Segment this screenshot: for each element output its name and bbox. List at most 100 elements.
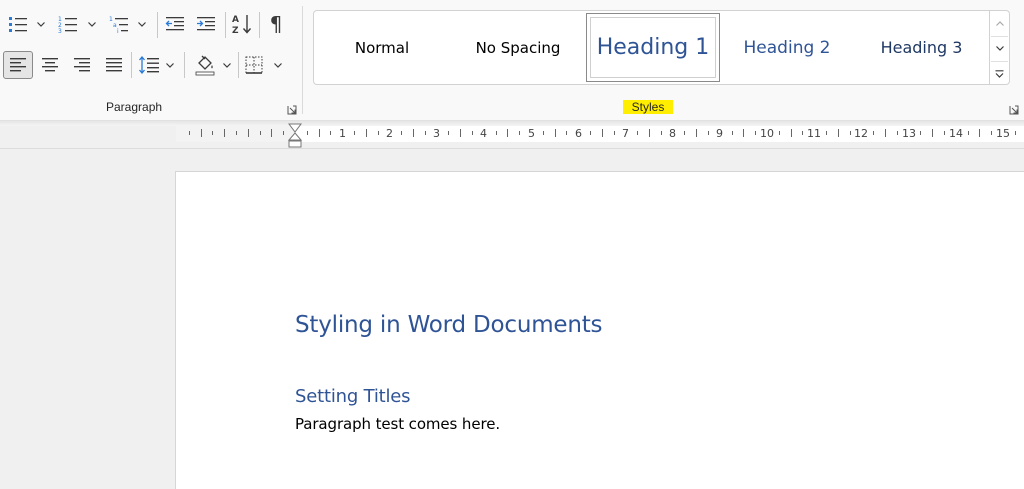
- chevron-down-icon: [88, 21, 96, 27]
- pilcrow-icon: ¶: [269, 12, 283, 36]
- borders-button[interactable]: [242, 52, 266, 78]
- style-heading-2-label: Heading 2: [743, 37, 831, 58]
- styles-more[interactable]: [991, 61, 1008, 85]
- ruler-tick: [696, 129, 697, 137]
- styles-scroll-down[interactable]: [991, 36, 1008, 60]
- style-normal[interactable]: Normal: [314, 13, 450, 82]
- style-heading-3-label: Heading 3: [880, 38, 963, 57]
- ruler-number: 6: [575, 127, 582, 140]
- separator: [238, 52, 239, 78]
- paint-bucket-icon: [195, 55, 215, 76]
- align-center-icon: [42, 58, 58, 72]
- line-spacing-dropdown[interactable]: [165, 52, 175, 78]
- ruler-tick: [401, 131, 402, 135]
- ruler-tick: [968, 131, 969, 135]
- ruler-tick: [271, 129, 272, 137]
- style-heading-1[interactable]: Heading 1: [586, 13, 720, 82]
- shading-dropdown[interactable]: [222, 52, 232, 78]
- multilevel-list-button[interactable]: 1 a i: [107, 11, 131, 37]
- numbering-button[interactable]: 1 2 3: [56, 11, 80, 37]
- line-spacing-button[interactable]: [136, 52, 162, 78]
- svg-text:3: 3: [58, 28, 62, 33]
- center-button[interactable]: [38, 52, 62, 78]
- ruler-tick: [283, 131, 284, 135]
- ruler-number: 5: [528, 127, 535, 140]
- justify-button[interactable]: [102, 52, 126, 78]
- ruler-tick: [732, 131, 733, 135]
- ruler-tick: [897, 131, 898, 135]
- ruler-tick: [555, 129, 556, 137]
- ruler-number: 12: [854, 127, 868, 140]
- chevron-down-icon: [37, 21, 45, 27]
- ruler-tick: [661, 131, 662, 135]
- document-heading-2[interactable]: Setting Titles: [295, 386, 411, 407]
- ruler-number: 14: [949, 127, 963, 140]
- document-title[interactable]: Styling in Word Documents: [295, 312, 603, 338]
- ruler-tick: [319, 129, 320, 137]
- ruler-tick: [413, 129, 414, 137]
- ruler-number: 11: [807, 127, 821, 140]
- ribbon: 1 2 3 1 a i A Z ¶ Paragraph Normal No Sp…: [0, 0, 1024, 121]
- numbering-dropdown[interactable]: [87, 11, 97, 37]
- show-hide-marks-button[interactable]: ¶: [264, 11, 288, 37]
- separator: [225, 12, 226, 38]
- bullets-button[interactable]: [6, 11, 30, 37]
- style-heading-3[interactable]: Heading 3: [854, 13, 989, 82]
- ruler-tick: [708, 131, 709, 135]
- styles-dialog-launcher[interactable]: [1009, 102, 1019, 115]
- decrease-indent-icon: [165, 17, 184, 31]
- indent-marker-icon[interactable]: [288, 123, 302, 149]
- ruler-tick: [425, 131, 426, 135]
- separator: [131, 52, 132, 78]
- ruler-tick: [590, 131, 591, 135]
- increase-indent-button[interactable]: [194, 11, 218, 37]
- paragraph-dialog-launcher[interactable]: [287, 102, 297, 115]
- ruler-tick: [260, 131, 261, 135]
- style-heading-2[interactable]: Heading 2: [720, 13, 854, 82]
- sort-button[interactable]: A Z: [229, 11, 255, 37]
- ruler-number: 15: [996, 127, 1010, 140]
- shading-button[interactable]: [192, 52, 218, 78]
- styles-scroll-up[interactable]: [991, 11, 1008, 35]
- ruler-tick: [838, 129, 839, 137]
- ruler-tick: [979, 129, 980, 137]
- chevron-down-icon: [995, 46, 1004, 51]
- ruler-number: 4: [480, 127, 487, 140]
- separator: [259, 12, 260, 38]
- ruler-tick: [248, 129, 249, 137]
- ruler-number: 8: [669, 127, 676, 140]
- bullets-dropdown[interactable]: [36, 11, 46, 37]
- ruler-tick: [201, 129, 202, 137]
- multilevel-list-dropdown[interactable]: [137, 11, 147, 37]
- ruler-tick: [1015, 131, 1016, 135]
- ruler-tick: [932, 129, 933, 137]
- ruler-tick: [507, 129, 508, 137]
- ruler-tick: [684, 131, 685, 135]
- ruler-tick: [755, 131, 756, 135]
- ruler-tick: [212, 131, 213, 135]
- ruler-tick: [920, 131, 921, 135]
- ruler-number: 1: [339, 127, 346, 140]
- ruler-tick: [236, 131, 237, 135]
- document-paragraph[interactable]: Paragraph test comes here.: [295, 415, 500, 433]
- ruler-tick: [472, 131, 473, 135]
- style-no-spacing[interactable]: No Spacing: [450, 13, 586, 82]
- align-right-icon: [74, 58, 90, 72]
- align-left-icon: [10, 58, 26, 72]
- separator: [184, 52, 185, 78]
- separator: [157, 12, 158, 38]
- ruler-tick: [543, 131, 544, 135]
- ruler-number: 2: [386, 127, 393, 140]
- decrease-indent-button[interactable]: [163, 11, 187, 37]
- group-separator: [302, 6, 303, 114]
- style-normal-label: Normal: [354, 38, 410, 57]
- align-left-button[interactable]: [3, 51, 33, 79]
- ruler-tick: [496, 131, 497, 135]
- chevron-down-icon: [274, 62, 282, 68]
- ruler-number: 3: [433, 127, 440, 140]
- borders-dropdown[interactable]: [273, 52, 283, 78]
- svg-text:Z: Z: [232, 26, 239, 35]
- sort-az-icon: A Z: [232, 15, 252, 35]
- align-right-button[interactable]: [70, 52, 94, 78]
- ruler-tick: [330, 131, 331, 135]
